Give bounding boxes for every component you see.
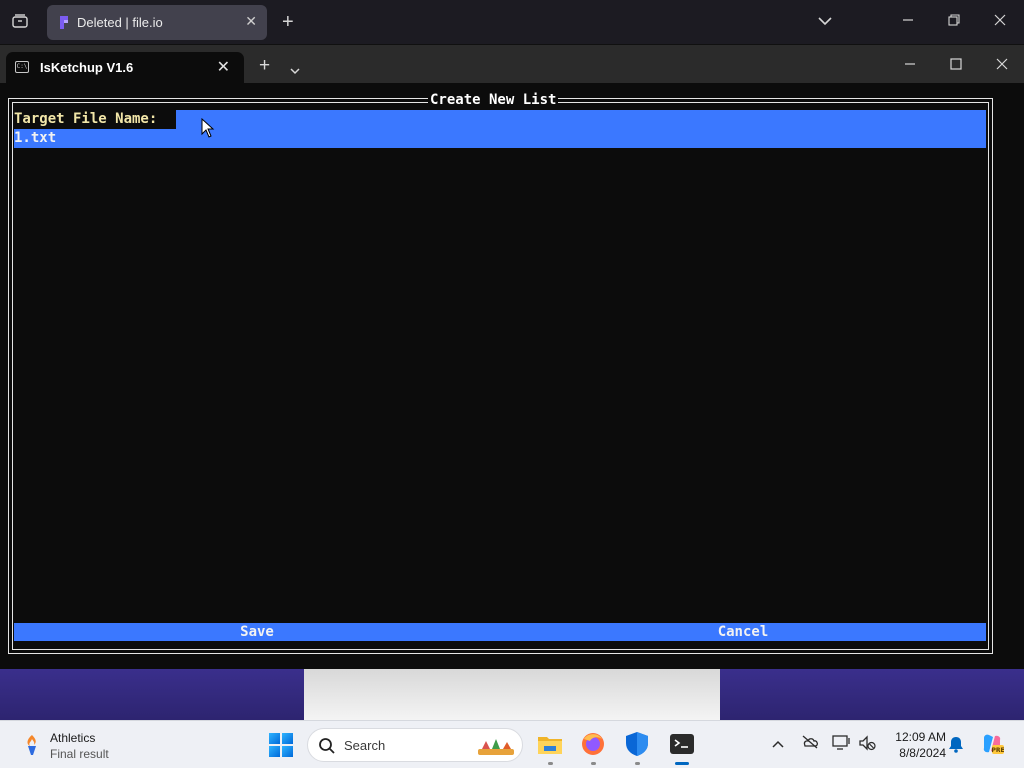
torch-icon [27, 735, 36, 755]
running-indicator [548, 762, 553, 765]
notification-bell-icon[interactable] [947, 735, 965, 753]
browser-restore-button[interactable] [948, 14, 960, 29]
onedrive-offline-icon[interactable] [801, 735, 819, 753]
browser-minimize-button[interactable] [902, 14, 914, 29]
search-icon [319, 738, 335, 754]
dialog-button-bar: Save Cancel [14, 623, 986, 641]
target-file-name-input[interactable] [14, 129, 986, 148]
tab-overview-icon[interactable] [12, 14, 28, 31]
dialog-inner-border [12, 102, 989, 650]
terminal-button[interactable] [667, 729, 697, 765]
browser-close-button[interactable] [994, 14, 1006, 29]
file-explorer-button[interactable] [535, 729, 565, 765]
widget-subtitle: Final result [50, 747, 109, 761]
target-file-name-label: Target File Name: [14, 110, 176, 129]
system-clock[interactable]: 12:09 AM 8/8/2024 [884, 729, 946, 761]
terminal-minimize-button[interactable] [904, 58, 916, 74]
running-indicator [591, 762, 596, 765]
clock-date: 8/8/2024 [899, 746, 946, 760]
browser-tab-title: Deleted | file.io [77, 15, 163, 30]
active-indicator [675, 762, 689, 765]
taskbar: Athletics Final result Search 12:09 AM 8… [0, 720, 1024, 768]
terminal-icon [670, 734, 694, 754]
windows-security-button[interactable] [622, 729, 652, 765]
dialog-border [8, 98, 993, 654]
terminal-new-tab-button[interactable]: + [259, 56, 270, 75]
save-button[interactable]: Save [14, 623, 500, 641]
firefox-icon [582, 733, 604, 755]
terminal-tab-title: IsKetchup V1.6 [40, 60, 134, 75]
browser-tab-fileio[interactable]: Deleted | file.io ✕ [47, 5, 267, 40]
browser-titlebar: Deleted | file.io ✕ + [0, 0, 1024, 44]
folder-icon [538, 737, 562, 754]
list-tabs-chevron-icon[interactable] [818, 14, 832, 29]
terminal-app-icon: C:\ [15, 61, 29, 73]
running-indicator [635, 762, 640, 765]
copilot-icon[interactable]: PRE [980, 732, 1004, 756]
mouse-cursor-icon [201, 118, 215, 138]
background-window [304, 669, 720, 720]
terminal-close-button[interactable] [996, 58, 1008, 74]
firefox-button[interactable] [578, 729, 608, 765]
terminal-maximize-button[interactable] [950, 58, 962, 74]
search-placeholder: Search [344, 738, 386, 753]
windows-start-icon[interactable] [268, 732, 294, 758]
dialog-title: Create New List [428, 92, 559, 109]
fileio-favicon-icon [60, 16, 68, 29]
clock-time: 12:09 AM [895, 730, 946, 744]
close-icon[interactable]: ✕ [245, 13, 257, 30]
close-icon[interactable]: ✕ [217, 57, 230, 77]
shield-icon [626, 732, 648, 756]
taskbar-search-box[interactable]: Search [307, 728, 523, 762]
show-hidden-icons-chevron-icon[interactable] [769, 735, 787, 753]
new-tab-button[interactable]: + [282, 12, 294, 32]
search-highlight-icon [478, 739, 514, 755]
display-icon[interactable] [832, 735, 850, 753]
volume-muted-icon[interactable] [858, 735, 876, 753]
widget-title: Athletics [50, 731, 96, 745]
terminal-tab-isketchup[interactable]: C:\ IsKetchup V1.6 ✕ [6, 52, 244, 84]
svg-text:PRE: PRE [991, 747, 1004, 754]
terminal-viewport: Create New List Target File Name: Save C… [0, 83, 1024, 669]
weather-news-widget[interactable]: Athletics Final result [18, 728, 218, 762]
cancel-button[interactable]: Cancel [500, 623, 986, 641]
terminal-dropdown-chevron-icon[interactable] [290, 63, 300, 79]
terminal-tabstrip: C:\ IsKetchup V1.6 ✕ + [0, 44, 1024, 84]
